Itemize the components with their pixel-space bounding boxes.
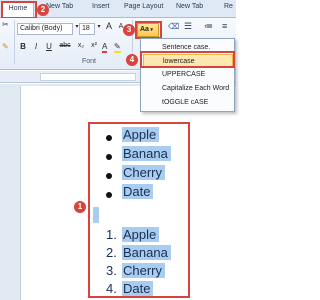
- ribbon-separator: [14, 20, 15, 64]
- tab-page-layout[interactable]: Page Layout: [124, 3, 163, 10]
- font-group-label: Font: [82, 58, 97, 65]
- menu-item-toggle-case[interactable]: tOGGLE cASE: [143, 96, 233, 109]
- grow-font-button[interactable]: A: [104, 21, 114, 31]
- menu-item-uppercase[interactable]: UPPERCASE: [143, 68, 233, 81]
- tab-re[interactable]: Re: [224, 3, 233, 10]
- superscript-button[interactable]: x²: [89, 42, 99, 49]
- step-badge-2: 2: [37, 4, 49, 16]
- home-tab-annotation-outline: [1, 1, 37, 19]
- tab-new-tab-2[interactable]: New Tab: [176, 3, 203, 10]
- menu-item-capitalize-each-word[interactable]: Capitalize Each Word: [143, 82, 233, 95]
- step-badge-3: 3: [123, 24, 135, 36]
- multilevel-list-icon[interactable]: ≡: [222, 21, 227, 31]
- bullets-icon[interactable]: ☰: [184, 21, 192, 32]
- highlight-color-icon[interactable]: ✎: [114, 42, 121, 53]
- italic-button[interactable]: I: [31, 42, 41, 51]
- tab-new-tab-1[interactable]: New Tab: [46, 3, 73, 10]
- list-annotation-outline: [88, 122, 190, 298]
- step-badge-1: 1: [74, 201, 86, 213]
- font-size-select[interactable]: 18: [79, 23, 95, 35]
- ruler-active-area: [40, 73, 136, 81]
- cut-icon[interactable]: ✂: [2, 20, 9, 29]
- bold-button[interactable]: B: [18, 42, 28, 51]
- font-color-icon[interactable]: A: [102, 42, 108, 53]
- change-case-annotation-outline: [135, 21, 162, 39]
- font-name-select[interactable]: Calibri (Body): [17, 23, 73, 35]
- underline-button[interactable]: U: [44, 42, 54, 51]
- strikethrough-button[interactable]: abc: [58, 42, 72, 49]
- step-badge-4: 4: [126, 54, 138, 66]
- format-painter-icon[interactable]: ✎: [2, 42, 9, 51]
- change-case-menu: Sentence case. lowercase UPPERCASE Capit…: [140, 38, 235, 112]
- tab-insert[interactable]: Insert: [92, 3, 110, 10]
- numbering-icon[interactable]: ≔: [204, 21, 213, 32]
- chevron-down-icon[interactable]: ▾: [94, 23, 104, 30]
- subscript-button[interactable]: x₂: [76, 42, 86, 49]
- clear-formatting-icon[interactable]: ⌫: [168, 22, 179, 31]
- lowercase-annotation-outline: [140, 51, 235, 68]
